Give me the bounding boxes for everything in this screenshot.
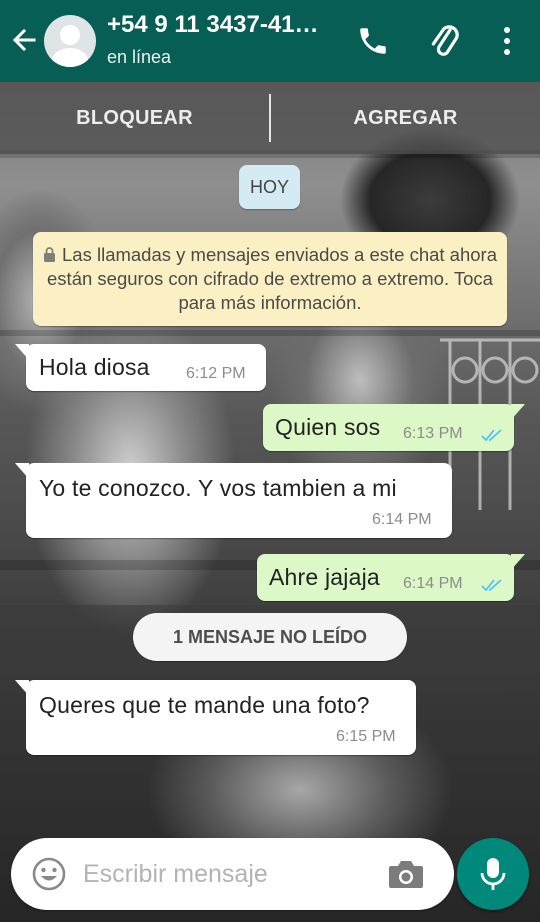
message-time: 6:14 PM [403, 575, 463, 592]
message-bubble-outgoing[interactable]: Quien sos 6:13 PM [263, 404, 525, 451]
block-button[interactable]: BLOQUEAR [0, 82, 269, 154]
bubble-tail [15, 344, 29, 360]
bubble-tail [511, 404, 525, 420]
contact-name[interactable]: +54 9 11 3437-41… [107, 11, 319, 39]
message-time: 6:14 PM [372, 511, 432, 528]
read-ticks-icon [481, 429, 502, 442]
bubble-tail [511, 554, 525, 570]
contact-status: en línea [107, 47, 172, 67]
message-bubble-outgoing[interactable]: Ahre jajaja 6:14 PM [257, 554, 525, 601]
read-ticks-icon [481, 579, 502, 592]
attach-icon[interactable] [424, 22, 464, 60]
lock-icon [44, 247, 55, 262]
message-input[interactable] [83, 854, 373, 894]
message-text: Queres que te mande una foto? [39, 692, 370, 718]
avatar[interactable] [44, 15, 96, 67]
mic-icon [480, 858, 506, 890]
message-bubble-incoming[interactable]: Yo te conozco. Y vos tambien a mi 6:14 P… [15, 463, 452, 538]
message-bubble-incoming[interactable]: Hola diosa 6:12 PM [15, 344, 266, 391]
message-text: Quien sos [275, 414, 381, 440]
unread-messages-chip: 1 MENSAJE NO LEÍDO [133, 613, 407, 661]
message-time: 6:13 PM [403, 425, 463, 442]
message-text: Hola diosa [39, 354, 150, 380]
message-text: Yo te conozco. Y vos tambien a mi [39, 475, 397, 501]
encryption-notice[interactable]: Las llamadas y mensajes enviados a este … [33, 232, 507, 326]
bubble-tail [15, 463, 29, 479]
chat-header: +54 9 11 3437-41… en línea [0, 0, 540, 82]
call-icon[interactable] [356, 24, 390, 58]
emoji-icon[interactable] [32, 857, 66, 891]
bubble-tail [15, 680, 29, 696]
message-time: 6:15 PM [336, 728, 396, 745]
message-time: 6:12 PM [186, 365, 246, 382]
message-composer [11, 838, 454, 910]
add-contact-button[interactable]: AGREGAR [271, 82, 540, 154]
camera-icon[interactable] [387, 857, 425, 891]
message-bubble-incoming[interactable]: Queres que te mande una foto? 6:15 PM [15, 680, 416, 755]
date-chip: HOY [239, 165, 300, 209]
voice-record-button[interactable] [457, 838, 529, 910]
back-arrow-icon[interactable] [8, 24, 40, 56]
encryption-notice-text: Las llamadas y mensajes enviados a este … [47, 244, 498, 313]
default-avatar-icon [52, 25, 88, 67]
message-text: Ahre jajaja [269, 564, 380, 590]
unknown-contact-action-bar: BLOQUEAR AGREGAR [0, 82, 540, 154]
more-vert-icon[interactable] [498, 24, 516, 58]
